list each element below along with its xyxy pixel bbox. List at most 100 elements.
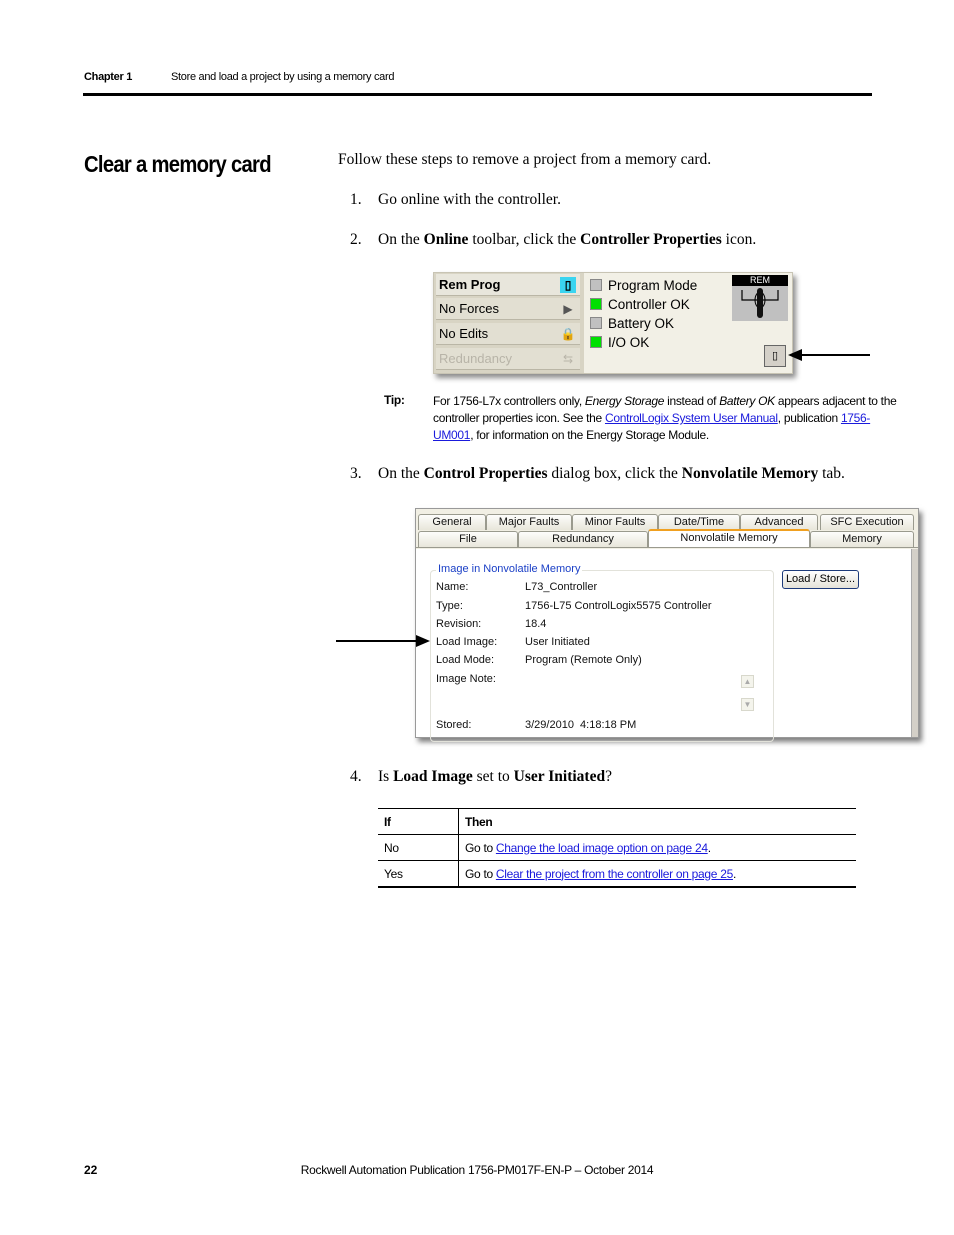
- step-2-text: On the Online toolbar, click the Control…: [378, 231, 756, 249]
- step-text: dialog box, click the: [547, 465, 682, 482]
- tab-major-faults[interactable]: Major Faults: [486, 514, 572, 530]
- header-rule: [83, 93, 872, 96]
- prop-value-revision: 18.4: [525, 618, 547, 630]
- tab-redundancy[interactable]: Redundancy: [518, 531, 648, 547]
- step-number: 1.: [350, 191, 362, 208]
- intro-text: Follow these steps to remove a project f…: [338, 151, 712, 168]
- footer-publication: Rockwell Automation Publication 1756-PM0…: [300, 1163, 654, 1177]
- prop-label-load-image: Load Image:: [436, 636, 498, 648]
- cell-then: Go to Clear the project from the control…: [458, 860, 856, 888]
- mode-label: Rem Prog: [439, 277, 501, 292]
- tab-memory[interactable]: Memory: [810, 531, 914, 547]
- ui-term: Nonvolatile Memory: [681, 465, 819, 482]
- prop-label-name: Name:: [436, 581, 469, 593]
- redundancy-row[interactable]: Redundancy ⇆: [436, 348, 580, 370]
- callout-arrow-head: [416, 635, 430, 647]
- step-text: set to: [472, 768, 514, 785]
- load-store-button[interactable]: Load / Store...: [782, 570, 859, 589]
- controller-properties-button[interactable]: ▯: [764, 345, 786, 367]
- toolbar-status-panel: Program Mode Controller OK Battery OK I/…: [584, 273, 792, 373]
- online-toolbar: Rem Prog ▯ No Forces ▶ No Edits 🔒 Redund…: [433, 272, 793, 374]
- header-then: Then: [458, 808, 856, 835]
- scroll-up-icon[interactable]: ▲: [741, 675, 754, 688]
- step-number: 2.: [350, 231, 362, 248]
- ui-term: Load Image: [393, 768, 473, 785]
- redundancy-label: Redundancy: [439, 351, 512, 366]
- image-note-field[interactable]: [525, 673, 735, 713]
- clear-project-link[interactable]: Clear the project from the controller on…: [496, 867, 733, 881]
- if-then-table: If Then No Go to Change the load image o…: [378, 808, 856, 888]
- prop-value-stored: 3/29/2010 4:18:18 PM: [525, 719, 637, 731]
- controller-mode-icon[interactable]: ▯: [560, 277, 576, 293]
- edits-label: No Edits: [439, 326, 489, 341]
- redundancy-icon[interactable]: ⇆: [560, 351, 576, 367]
- cell-text: .: [707, 840, 711, 855]
- forces-row[interactable]: No Forces ▶: [436, 298, 580, 320]
- led-indicator: [590, 336, 602, 348]
- status-label: Controller OK: [608, 297, 690, 312]
- step-text: On the: [378, 465, 424, 482]
- edits-row[interactable]: No Edits 🔒: [436, 323, 580, 345]
- tip-emphasis: Battery OK: [719, 394, 775, 408]
- step-4-text: Is Load Image set to User Initiated?: [378, 768, 612, 786]
- tab-sfc-execution[interactable]: SFC Execution: [820, 514, 914, 530]
- tab-file[interactable]: File: [418, 531, 518, 547]
- ui-term: Control Properties: [423, 465, 548, 482]
- running-header-title: Store and load a project by using a memo…: [171, 71, 395, 83]
- prop-label-load-mode: Load Mode:: [436, 654, 495, 666]
- cell-text: Go to: [465, 840, 496, 855]
- callout-arrow-line: [336, 640, 416, 642]
- prop-label-image-note: Image Note:: [436, 673, 496, 685]
- tab-general[interactable]: General: [418, 514, 486, 530]
- tip-emphasis: Energy Storage: [584, 394, 665, 408]
- controller-properties-dialog: General Major Faults Minor Faults Date/T…: [415, 508, 919, 742]
- callout-arrow-line: [800, 354, 870, 356]
- keyswitch-label: REM: [732, 275, 788, 286]
- status-program-mode: Program Mode: [590, 278, 697, 294]
- status-label: Battery OK: [608, 316, 675, 331]
- tab-nonvolatile-memory[interactable]: Nonvolatile Memory: [648, 529, 810, 547]
- ui-term: User Initiated: [513, 768, 606, 785]
- section-title: Clear a memory card: [84, 151, 272, 177]
- tab-date-time[interactable]: Date/Time: [658, 514, 740, 530]
- prop-value-name: L73_Controller: [525, 581, 598, 593]
- prop-value-load-mode: Program (Remote Only): [525, 654, 642, 666]
- tip-text-part: For 1756-L7x controllers only,: [433, 394, 585, 408]
- step-text: icon.: [721, 231, 757, 248]
- keyswitch-indicator: REM: [732, 275, 788, 321]
- table-row: No Go to Change the load image option on…: [378, 834, 856, 861]
- led-indicator: [590, 317, 602, 329]
- change-load-image-link[interactable]: Change the load image option on page 24: [496, 841, 708, 855]
- prop-value-load-image: User Initiated: [525, 636, 590, 648]
- scroll-down-icon[interactable]: ▼: [741, 698, 754, 711]
- keyswitch-icon: [741, 288, 779, 318]
- step-text: ?: [605, 768, 612, 785]
- step-text: Is: [378, 768, 394, 785]
- ui-term: Online: [423, 231, 469, 248]
- tab-advanced[interactable]: Advanced: [740, 514, 818, 530]
- step-text: tab.: [818, 465, 845, 482]
- prop-label-stored: Stored:: [436, 719, 472, 731]
- forces-arrow-icon[interactable]: ▶: [560, 301, 576, 317]
- tab-minor-faults[interactable]: Minor Faults: [572, 514, 658, 530]
- controller-properties-icon: ▯: [771, 350, 779, 362]
- step-text: On the: [378, 231, 424, 248]
- step-number: 4.: [350, 768, 362, 785]
- led-indicator: [590, 298, 602, 310]
- step-number: 3.: [350, 465, 362, 482]
- status-io-ok: I/O OK: [590, 335, 649, 351]
- user-manual-link[interactable]: ControlLogix System User Manual: [605, 411, 778, 425]
- toolbar-mode-column: Rem Prog ▯ No Forces ▶ No Edits 🔒 Redund…: [434, 273, 584, 373]
- header-if: If: [378, 808, 459, 835]
- led-indicator: [590, 279, 602, 291]
- cell-if: No: [378, 834, 459, 861]
- step-text: Go online with the controller.: [378, 191, 561, 208]
- edits-lock-icon[interactable]: 🔒: [560, 326, 576, 342]
- ui-term: Controller Properties: [580, 231, 722, 248]
- prop-label-revision: Revision:: [436, 618, 482, 630]
- status-battery-ok: Battery OK: [590, 316, 674, 332]
- controller-mode-row[interactable]: Rem Prog ▯: [436, 274, 580, 296]
- page-number: 22: [84, 1163, 98, 1177]
- group-title: Image in Nonvolatile Memory: [436, 563, 583, 575]
- status-label: Program Mode: [608, 278, 698, 293]
